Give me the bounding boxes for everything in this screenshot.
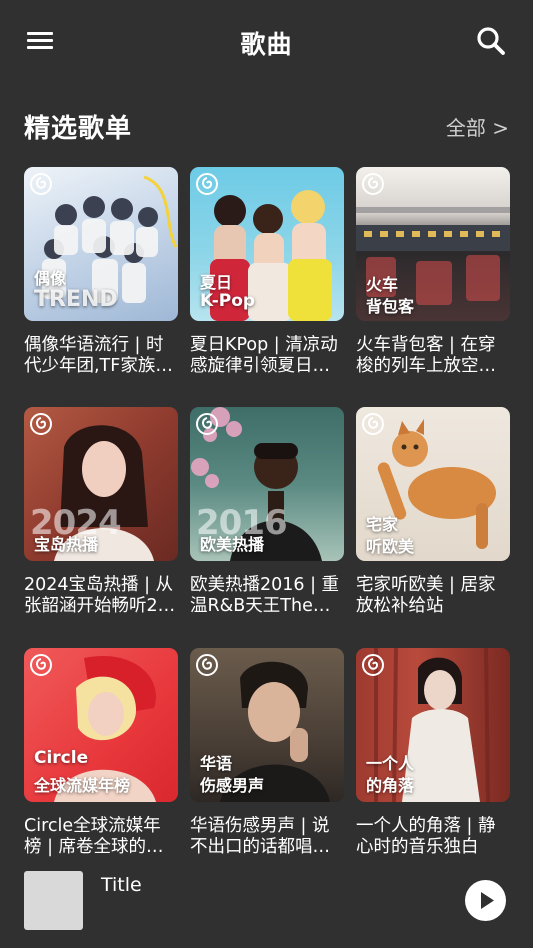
playlist-title: 夏日KPop | 清凉动感旋律引领夏日心… [190, 335, 338, 376]
cover-subtag: 背包客 [366, 297, 415, 316]
playlist-title: 欧美热播2016 | 重温R&B天王The W… [190, 575, 340, 616]
netease-logo-icon [30, 413, 52, 435]
cover-tag: 一个人 [366, 754, 415, 773]
playlist-grid: 偶像 TREND 偶像华语流行 | 时代少年团,TF家族… 夏日 K-Pop 夏… [24, 167, 510, 857]
cover-tag: 宅家 [366, 515, 399, 534]
playlist-card[interactable]: 一个人 的角落 一个人的角落 | 静心时的音乐独白 [356, 648, 510, 857]
netease-logo-icon [196, 654, 218, 676]
cover-tag: 华语 [200, 754, 233, 773]
cover-subtag: K-Pop [200, 291, 256, 311]
app-root: 歌曲 精选歌单 全部 > 偶像 TREND 偶像华语流行 | 时代少年团,TF家… [0, 0, 533, 948]
cover-subtag: 全球流媒年榜 [34, 776, 131, 795]
netease-logo-icon [30, 654, 52, 676]
playlist-card[interactable]: 华语 伤感男声 华语伤感男声 | 说不出口的话都唱给… [190, 648, 344, 857]
playlist-card[interactable]: 2016 欧美热播 欧美热播2016 | 重温R&B天王The W… [190, 407, 344, 617]
netease-logo-icon [196, 173, 218, 195]
playlist-title: 2024宝岛热播 | 从张韶涵开始畅听2… [24, 575, 176, 616]
cover-subtag: 宝岛热播 [34, 535, 99, 554]
page-title: 歌曲 [240, 30, 293, 59]
playlist-cover: 宅家 听欧美 [356, 407, 510, 561]
playlist-title: Circle全球流媒年榜 | 席卷全球的中毒… [24, 816, 164, 857]
top-app-bar: 歌曲 [0, 0, 533, 84]
playlist-card[interactable]: 夏日 K-Pop 夏日KPop | 清凉动感旋律引领夏日心… [190, 167, 344, 377]
cover-subtag: TREND [34, 287, 118, 312]
playlist-title: 火车背包客 | 在穿梭的列车上放空思… [356, 335, 496, 376]
playlist-title: 偶像华语流行 | 时代少年团,TF家族… [24, 335, 173, 376]
netease-logo-icon [362, 413, 384, 435]
playlist-card[interactable]: 火车 背包客 火车背包客 | 在穿梭的列车上放空思… [356, 167, 510, 377]
playlist-title: 一个人的角落 | 静心时的音乐独白 [356, 816, 496, 857]
cover-tag: 火车 [366, 275, 399, 294]
netease-logo-icon [30, 173, 52, 195]
playlist-cover: 2024 宝岛热播 [24, 407, 178, 561]
cover-subtag: 的角落 [366, 776, 415, 795]
see-all-link[interactable]: 全部 > [446, 112, 509, 141]
cover-tag: Circle [34, 748, 89, 768]
playlist-cover: 偶像 TREND [24, 167, 178, 321]
playlist-card[interactable]: 宅家 听欧美 宅家听欧美 | 居家放松补给站 [356, 407, 510, 617]
section-title: 精选歌单 [24, 114, 133, 144]
mini-player[interactable]: Title [0, 857, 533, 948]
netease-logo-icon [362, 654, 384, 676]
cover-subtag: 伤感男声 [200, 776, 265, 795]
playlist-cover: 2016 欧美热播 [190, 407, 344, 561]
netease-logo-icon [196, 413, 218, 435]
play-icon[interactable] [465, 880, 506, 921]
playlist-cover: 夏日 K-Pop [190, 167, 344, 321]
playlist-title: 华语伤感男声 | 说不出口的话都唱给… [190, 816, 330, 857]
cover-subtag: 听欧美 [366, 537, 415, 556]
playlist-cover: Circle 全球流媒年榜 [24, 648, 178, 802]
playlist-card[interactable]: 偶像 TREND 偶像华语流行 | 时代少年团,TF家族… [24, 167, 178, 377]
cover-subtag: 欧美热播 [200, 535, 265, 554]
netease-logo-icon [362, 173, 384, 195]
playlist-card[interactable]: 2024 宝岛热播 2024宝岛热播 | 从张韶涵开始畅听2… [24, 407, 178, 617]
player-artwork [24, 871, 83, 930]
search-icon[interactable] [474, 24, 508, 58]
cover-tag: 夏日 [200, 273, 233, 292]
playlist-cover: 火车 背包客 [356, 167, 510, 321]
playlist-card[interactable]: Circle 全球流媒年榜 Circle全球流媒年榜 | 席卷全球的中毒… [24, 648, 178, 857]
cover-tag: 偶像 [34, 269, 67, 288]
player-track-title: Title [101, 874, 142, 896]
playlist-cover: 华语 伤感男声 [190, 648, 344, 802]
playlist-cover: 一个人 的角落 [356, 648, 510, 802]
playlist-title: 宅家听欧美 | 居家放松补给站 [356, 575, 496, 616]
